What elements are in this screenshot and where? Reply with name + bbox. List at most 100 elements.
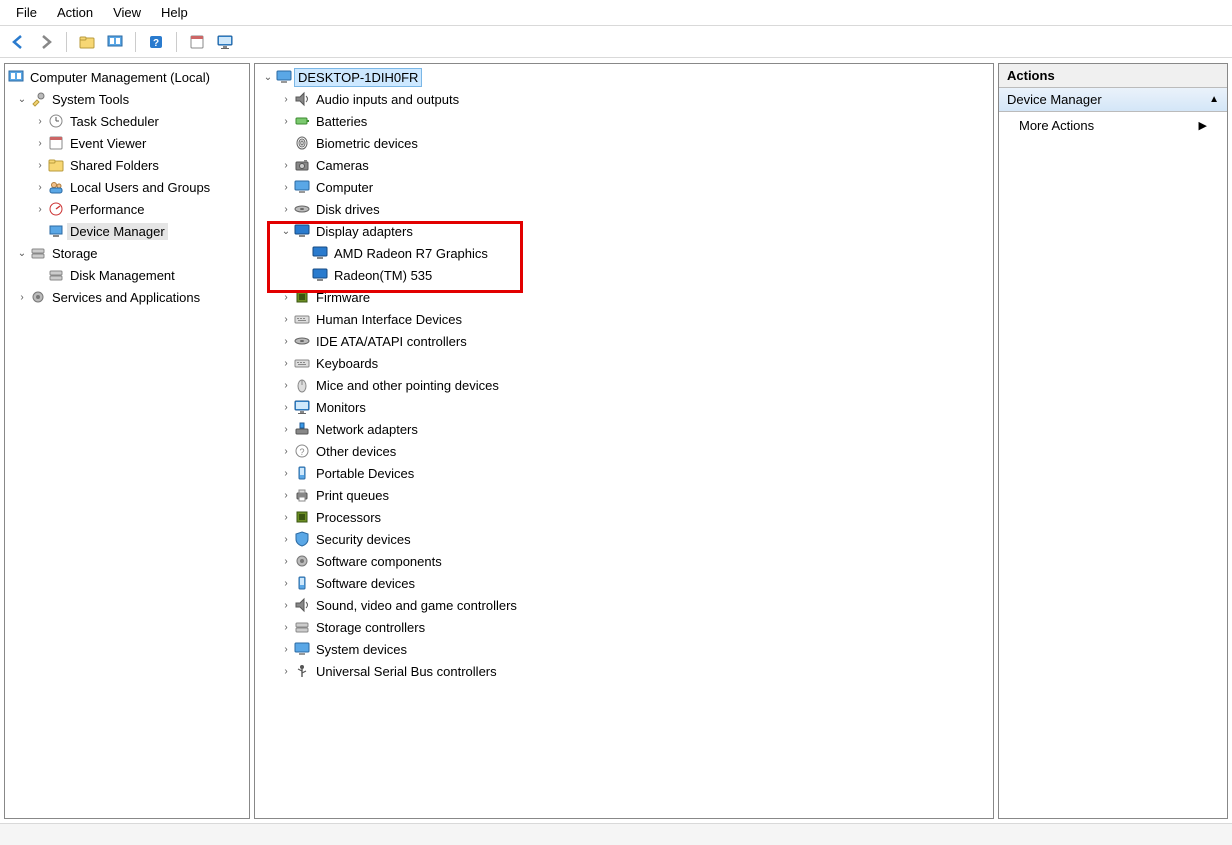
expander-icon[interactable]: › [279,378,293,392]
device-node-disk-drives[interactable]: ›Disk drives [255,198,993,220]
device-node-sound[interactable]: ›Sound, video and game controllers [255,594,993,616]
device-node-keyboards[interactable]: ›Keyboards [255,352,993,374]
device-node-storage-ctrl[interactable]: ›Storage controllers [255,616,993,638]
device-node-security[interactable]: ›Security devices [255,528,993,550]
device-node-ide[interactable]: ›IDE ATA/ATAPI controllers [255,330,993,352]
node-label: Biometric devices [313,135,421,152]
back-button[interactable] [6,30,30,54]
expander-icon[interactable]: › [279,598,293,612]
device-tree-pane[interactable]: ⌄ DESKTOP-1DIH0FR ›Audio inputs and outp… [254,63,994,819]
help-button[interactable] [144,30,168,54]
device-node-sw-components[interactable]: › Software components [255,550,993,572]
expander-icon[interactable]: › [279,356,293,370]
device-node-network[interactable]: › Network adapters [255,418,993,440]
management-icon [8,69,24,85]
tree-node-system-tools[interactable]: ⌄ System Tools [5,88,249,110]
actions-more-actions[interactable]: More Actions ▶ [999,112,1227,139]
refresh-button[interactable] [213,30,237,54]
expander-icon[interactable]: › [279,92,293,106]
expander-icon[interactable]: › [279,114,293,128]
device-node-root[interactable]: ⌄ DESKTOP-1DIH0FR [255,66,993,88]
menu-help[interactable]: Help [151,2,198,23]
device-node-other[interactable]: ›Other devices [255,440,993,462]
device-node-print-queues[interactable]: ›Print queues [255,484,993,506]
menu-file[interactable]: File [6,2,47,23]
menu-view[interactable]: View [103,2,151,23]
device-node-amd-radeon[interactable]: AMD Radeon R7 Graphics [255,242,993,264]
node-label: Software components [313,553,445,570]
device-node-sw-devices[interactable]: ›Software devices [255,572,993,594]
expander-icon[interactable]: › [279,466,293,480]
tree-node-device-manager[interactable]: Device Manager [5,220,249,242]
expander-icon[interactable]: › [33,158,47,172]
device-node-firmware[interactable]: ›Firmware [255,286,993,308]
expander-icon[interactable]: › [33,180,47,194]
expander-icon[interactable]: › [279,620,293,634]
expander-icon[interactable]: › [15,290,29,304]
expander-icon[interactable]: ⌄ [15,92,29,106]
tree-node-performance[interactable]: › Performance [5,198,249,220]
actions-section-header[interactable]: Device Manager ▲ [999,88,1227,112]
properties-button[interactable] [185,30,209,54]
expander-icon[interactable]: › [279,576,293,590]
device-node-biometric[interactable]: Biometric devices [255,132,993,154]
tree-node-storage[interactable]: ⌄ Storage [5,242,249,264]
expander-icon[interactable]: › [279,532,293,546]
device-node-audio[interactable]: ›Audio inputs and outputs [255,88,993,110]
tree-node-shared-folders[interactable]: › Shared Folders [5,154,249,176]
expander-icon[interactable]: › [279,444,293,458]
forward-button[interactable] [34,30,58,54]
tree-node-services-apps[interactable]: › Services and Applications [5,286,249,308]
device-node-display-adapters[interactable]: ⌄Display adapters [255,220,993,242]
expander-icon[interactable]: › [279,664,293,678]
device-node-mice[interactable]: ›Mice and other pointing devices [255,374,993,396]
up-button[interactable] [75,30,99,54]
show-hide-console-button[interactable] [103,30,127,54]
expander-icon[interactable]: › [279,180,293,194]
scope-tree-pane[interactable]: Computer Management (Local) ⌄ System Too… [4,63,250,819]
expander-icon[interactable]: › [33,114,47,128]
expander-icon[interactable]: › [279,334,293,348]
expander-icon[interactable]: › [279,422,293,436]
tree-node-disk-management[interactable]: Disk Management [5,264,249,286]
chip-icon [294,509,310,525]
tree-node-task-scheduler[interactable]: › Task Scheduler [5,110,249,132]
device-node-batteries[interactable]: ›Batteries [255,110,993,132]
expander-icon[interactable]: › [279,312,293,326]
tree-node-root[interactable]: Computer Management (Local) [5,66,249,88]
expander-icon[interactable]: › [33,202,47,216]
device-node-system-devices[interactable]: ›System devices [255,638,993,660]
expander-icon[interactable]: › [279,400,293,414]
device-node-hid[interactable]: ›Human Interface Devices [255,308,993,330]
tree-node-event-viewer[interactable]: › Event Viewer [5,132,249,154]
expander-icon[interactable]: ⌄ [279,224,293,238]
device-node-processors[interactable]: ›Processors [255,506,993,528]
expander-icon[interactable]: › [279,488,293,502]
expander-icon[interactable]: › [279,202,293,216]
expander-icon[interactable]: › [33,136,47,150]
node-label: Network adapters [313,421,421,438]
device-node-portable[interactable]: ›Portable Devices [255,462,993,484]
clock-icon [48,113,64,129]
expander-icon[interactable]: › [279,554,293,568]
expander-icon[interactable]: › [279,510,293,524]
other-icon [294,443,310,459]
tree-node-local-users[interactable]: › Local Users and Groups [5,176,249,198]
device-node-monitors[interactable]: ›Monitors [255,396,993,418]
node-label: Local Users and Groups [67,179,213,196]
network-icon [294,421,310,437]
menu-action[interactable]: Action [47,2,103,23]
expander-icon[interactable]: › [279,642,293,656]
expander-icon[interactable]: › [279,158,293,172]
battery-icon [294,113,310,129]
collapse-icon[interactable]: ▲ [1209,94,1219,105]
device-node-usb[interactable]: ›Universal Serial Bus controllers [255,660,993,682]
expander-icon[interactable]: ⌄ [261,70,275,84]
node-label: Event Viewer [67,135,149,152]
device-node-computer[interactable]: ›Computer [255,176,993,198]
device-node-cameras[interactable]: ›Cameras [255,154,993,176]
arrow-left-icon [10,34,26,50]
expander-icon[interactable]: ⌄ [15,246,29,260]
device-node-radeon-535[interactable]: Radeon(TM) 535 [255,264,993,286]
expander-icon[interactable]: › [279,290,293,304]
